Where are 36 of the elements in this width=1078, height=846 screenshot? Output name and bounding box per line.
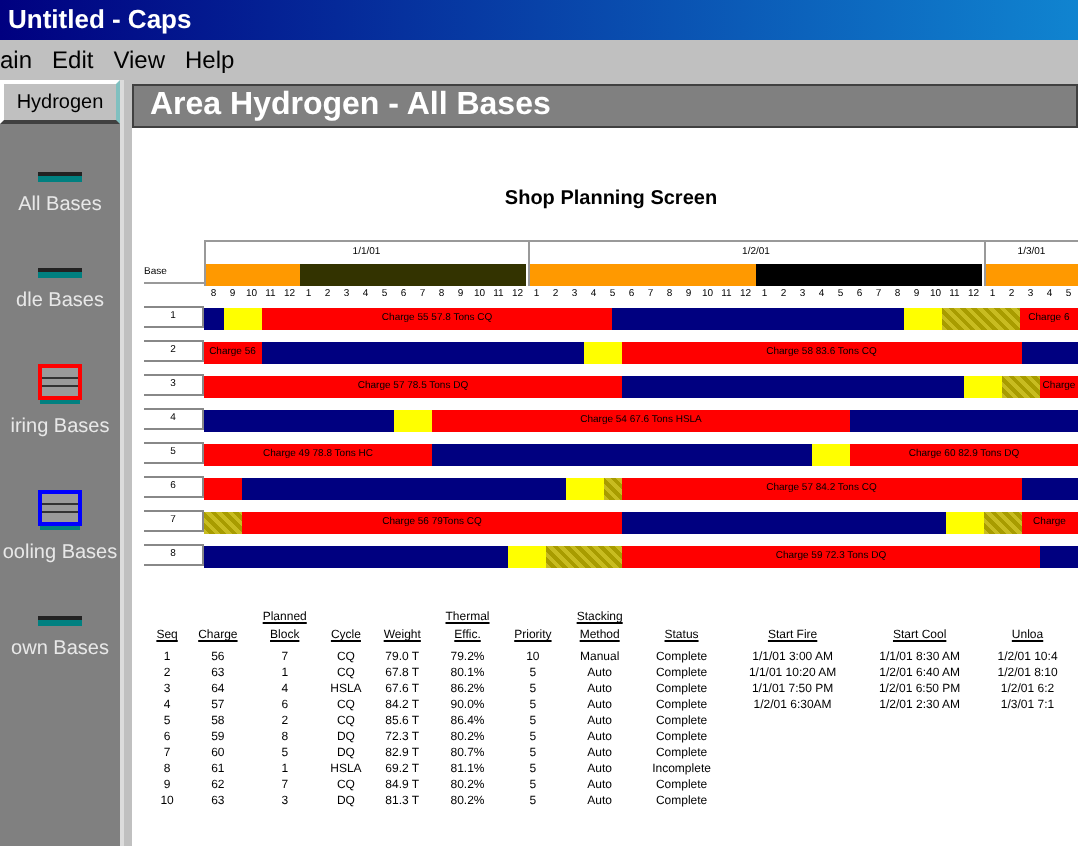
view-title: Area Hydrogen - All Bases <box>150 86 551 126</box>
loading-bar[interactable] <box>565 478 603 500</box>
sidebar-item[interactable]: dle Bases <box>16 286 104 316</box>
menu-item[interactable]: Help <box>185 42 235 78</box>
unloading-bar[interactable] <box>1002 376 1040 398</box>
cooling-bar[interactable] <box>261 342 584 364</box>
menu-item[interactable]: View <box>113 42 165 78</box>
cooling-bar[interactable] <box>1021 342 1078 364</box>
loading-bar[interactable] <box>903 308 943 330</box>
sidebar-item[interactable]: All Bases <box>18 190 102 220</box>
base-line-icon <box>37 616 82 626</box>
menu-item[interactable]: Edit <box>52 42 94 78</box>
screen-title: Shop Planning Screen <box>504 188 718 210</box>
firing-bar[interactable] <box>204 478 242 500</box>
cooling-bar[interactable] <box>432 444 812 466</box>
furnace-icon <box>37 364 82 404</box>
window-title: Untitled - Caps <box>8 2 192 39</box>
furnace-icon <box>37 490 82 530</box>
unloading-bar[interactable] <box>204 512 242 534</box>
area-tab[interactable]: Hydrogen <box>0 80 120 124</box>
loading-bar[interactable] <box>223 308 263 330</box>
sidebar-item[interactable]: iring Bases <box>10 412 110 442</box>
cooling-bar[interactable] <box>850 410 1078 432</box>
unloading-bar[interactable] <box>546 546 622 568</box>
cooling-bar[interactable] <box>622 376 964 398</box>
cooling-bar[interactable] <box>204 546 508 568</box>
cooling-bar[interactable] <box>1040 546 1078 568</box>
cooling-bar[interactable] <box>1021 478 1078 500</box>
sidebar-item[interactable]: ooling Bases <box>2 538 118 568</box>
cooling-bar[interactable] <box>204 410 394 432</box>
base-line-icon <box>37 172 82 182</box>
cooling-bar[interactable] <box>204 308 224 330</box>
menu-item[interactable]: ain <box>0 42 33 78</box>
sidebar-item[interactable]: own Bases <box>11 634 109 664</box>
base-line-icon <box>37 268 82 278</box>
loading-bar[interactable] <box>945 512 983 534</box>
